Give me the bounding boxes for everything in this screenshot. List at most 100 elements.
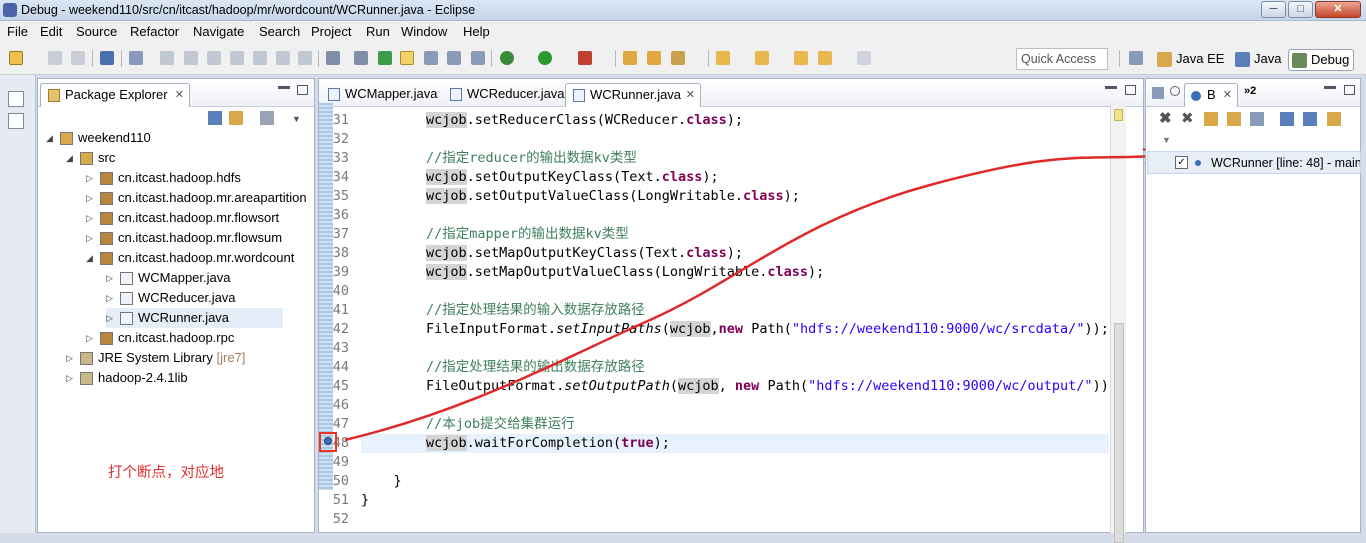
- minimized-view-icon[interactable]: [8, 113, 24, 129]
- menu-run[interactable]: Run: [366, 24, 390, 39]
- terminal-icon[interactable]: [100, 51, 114, 65]
- previous-annotation-icon[interactable]: [755, 51, 769, 65]
- forward-icon[interactable]: [857, 51, 871, 65]
- expressions-icon[interactable]: [1170, 86, 1180, 96]
- view-menu-icon[interactable]: ▼: [292, 114, 301, 124]
- link-with-debug-view-icon[interactable]: [1327, 112, 1341, 126]
- menu-source[interactable]: Source: [76, 24, 117, 39]
- step-over-icon[interactable]: [276, 51, 290, 65]
- disconnect-icon[interactable]: [230, 51, 244, 65]
- scrollbar-thumb[interactable]: [1114, 323, 1124, 543]
- new-icon[interactable]: [9, 51, 23, 65]
- collapse-all-icon[interactable]: [1303, 112, 1317, 126]
- view-menu-icon[interactable]: ▼: [1162, 135, 1171, 145]
- collapsed-arrow-icon[interactable]: ▷: [66, 348, 78, 368]
- collapsed-arrow-icon[interactable]: ▷: [86, 168, 98, 188]
- perspective-java[interactable]: Java: [1232, 49, 1285, 71]
- block-selection-icon[interactable]: [424, 51, 438, 65]
- tab-package-explorer[interactable]: Package Explorer ✕: [40, 83, 190, 107]
- menu-edit[interactable]: Edit: [40, 24, 62, 39]
- collapsed-arrow-icon[interactable]: ▷: [106, 308, 118, 328]
- menu-refactor[interactable]: Refactor: [130, 24, 179, 39]
- step-return-icon[interactable]: [298, 51, 312, 65]
- close-button[interactable]: ✕: [1315, 1, 1361, 18]
- breakpoint-icon[interactable]: [324, 437, 332, 445]
- open-folder-icon[interactable]: [647, 51, 661, 65]
- go-to-file-icon[interactable]: [1227, 112, 1241, 126]
- suspend-icon[interactable]: [184, 51, 198, 65]
- warning-marker-icon[interactable]: [1114, 109, 1123, 121]
- menu-window[interactable]: Window: [401, 24, 447, 39]
- menu-navigate[interactable]: Navigate: [193, 24, 244, 39]
- expanded-arrow-icon[interactable]: ◢: [66, 148, 78, 168]
- collapsed-arrow-icon[interactable]: ▷: [86, 188, 98, 208]
- paragraph-icon[interactable]: [471, 51, 485, 65]
- menu-search[interactable]: Search: [259, 24, 300, 39]
- collapse-all-icon[interactable]: [208, 111, 222, 125]
- skip-breakpoints-icon[interactable]: [129, 51, 143, 65]
- debug-icon[interactable]: [500, 51, 514, 65]
- menu-project[interactable]: Project: [311, 24, 351, 39]
- save-icon[interactable]: [48, 51, 62, 65]
- link-with-editor-icon[interactable]: [229, 111, 243, 125]
- minimize-view-icon[interactable]: [1105, 86, 1117, 89]
- minimize-button[interactable]: ─: [1261, 1, 1286, 18]
- open-type-icon[interactable]: [378, 51, 392, 65]
- maximize-view-icon[interactable]: [297, 85, 308, 95]
- expand-all-icon[interactable]: [1280, 112, 1294, 126]
- breakpoint-checkbox[interactable]: ✓: [1175, 156, 1188, 169]
- restore-icon[interactable]: [8, 91, 24, 107]
- collapsed-arrow-icon[interactable]: ▷: [86, 228, 98, 248]
- remove-all-breakpoints-icon[interactable]: ✖: [1181, 111, 1195, 126]
- collapsed-arrow-icon[interactable]: ▷: [106, 268, 118, 288]
- terminate-icon[interactable]: [207, 51, 221, 65]
- variables-icon[interactable]: [1152, 87, 1164, 99]
- quick-access-input[interactable]: Quick Access: [1016, 48, 1108, 70]
- show-whitespace-icon[interactable]: [447, 51, 461, 65]
- last-edit-location-icon[interactable]: [794, 51, 808, 65]
- skip-all-breakpoints-icon[interactable]: [1250, 112, 1264, 126]
- expanded-arrow-icon[interactable]: ◢: [46, 128, 58, 148]
- editor-vertical-scrollbar[interactable]: [1110, 103, 1126, 543]
- code-editor[interactable]: wcjob.setMapperClass(WCMapper.class); 31…: [324, 103, 1129, 533]
- back-icon[interactable]: [818, 51, 832, 65]
- use-step-filters-icon[interactable]: [326, 51, 340, 65]
- close-icon[interactable]: ✕: [686, 88, 695, 101]
- remove-breakpoint-icon[interactable]: ✖: [1159, 111, 1173, 126]
- save-all-icon[interactable]: [71, 51, 85, 65]
- collapsed-arrow-icon[interactable]: ▷: [66, 368, 78, 388]
- maximize-button[interactable]: □: [1288, 1, 1313, 18]
- package-icon: [100, 332, 113, 345]
- step-into-icon[interactable]: [253, 51, 267, 65]
- open-perspective-icon[interactable]: [1129, 51, 1143, 65]
- perspective-java-ee[interactable]: Java EE: [1154, 49, 1228, 71]
- close-icon[interactable]: ✕: [175, 88, 184, 101]
- more-views-button[interactable]: »2: [1244, 85, 1256, 97]
- new-package-icon[interactable]: [623, 51, 637, 65]
- toggle-breakpoint-icon[interactable]: [354, 51, 368, 65]
- run-icon[interactable]: [538, 51, 552, 65]
- menu-file[interactable]: File: [7, 24, 28, 39]
- tree-item-label: cn.itcast.hadoop.hdfs: [118, 168, 241, 188]
- external-tools-icon[interactable]: [578, 51, 592, 65]
- minimize-view-icon[interactable]: [1324, 86, 1336, 89]
- minimize-view-icon[interactable]: [278, 86, 290, 89]
- tree-item[interactable]: ▷ WCRunner.java: [106, 308, 283, 328]
- filter-icon[interactable]: [260, 111, 274, 125]
- tab-breakpoints[interactable]: B ✕: [1184, 83, 1238, 107]
- show-supported-icon[interactable]: [1204, 112, 1218, 126]
- collapsed-arrow-icon[interactable]: ▷: [86, 208, 98, 228]
- menu-help[interactable]: Help: [463, 24, 490, 39]
- resume-icon[interactable]: [160, 51, 174, 65]
- expanded-arrow-icon[interactable]: ◢: [86, 248, 98, 268]
- search-icon[interactable]: [671, 51, 685, 65]
- maximize-view-icon[interactable]: [1125, 85, 1136, 95]
- mark-occurrences-icon[interactable]: [400, 51, 414, 65]
- collapsed-arrow-icon[interactable]: ▷: [86, 328, 98, 348]
- breakpoint-entry[interactable]: ✓ WCRunner [line: 48] - main: [1147, 151, 1361, 174]
- close-icon[interactable]: ✕: [1223, 88, 1232, 101]
- collapsed-arrow-icon[interactable]: ▷: [106, 288, 118, 308]
- tree-item-label: WCMapper.java: [138, 268, 230, 288]
- perspective-debug[interactable]: Debug: [1288, 49, 1355, 71]
- next-annotation-icon[interactable]: [716, 51, 730, 65]
